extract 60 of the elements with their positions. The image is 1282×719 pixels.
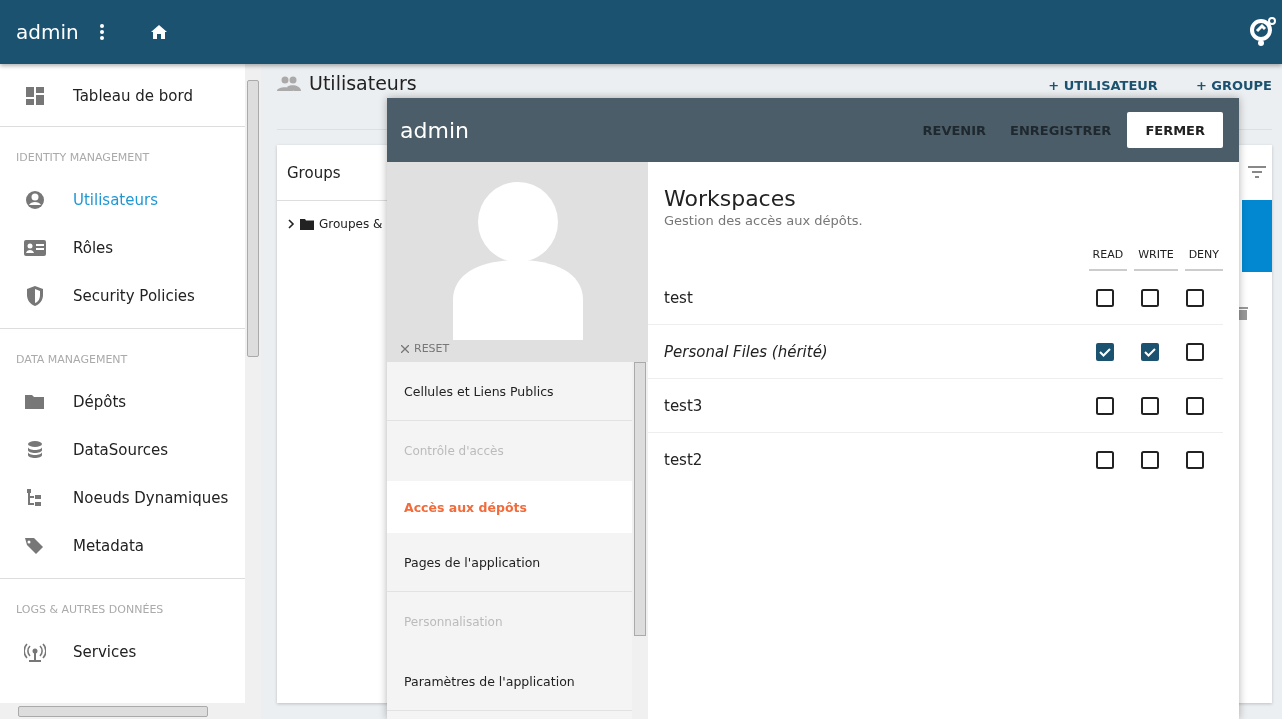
checkbox[interactable]	[1096, 450, 1114, 469]
sidebar-item[interactable]: Noeuds Dynamiques	[0, 474, 245, 522]
section-title: Workspaces	[663, 185, 797, 211]
id-card-icon	[24, 238, 46, 258]
checkbox[interactable]	[1186, 396, 1204, 415]
folder-icon	[300, 218, 314, 230]
antenna-icon	[24, 642, 46, 662]
folder-icon	[24, 392, 46, 412]
column-header: DENY	[1184, 248, 1223, 271]
sidebar-item[interactable]: Dépôts	[0, 378, 245, 426]
checkbox[interactable]	[1096, 396, 1114, 415]
filter-icon[interactable]	[1248, 166, 1266, 178]
section-subtitle: Gestion des accès aux dépôts.	[663, 212, 864, 228]
shield-icon	[24, 286, 46, 306]
checkbox[interactable]	[1141, 450, 1159, 469]
sidebar-item[interactable]: Security Policies	[0, 272, 245, 320]
home-icon[interactable]	[150, 25, 167, 39]
checkbox[interactable]	[1186, 288, 1204, 307]
sidebar-item[interactable]: Metadata	[0, 522, 245, 570]
tree-item[interactable]: Groupes &	[277, 201, 387, 231]
workspace-name: test2	[664, 450, 704, 469]
menu-heading: Contrôle d'accès	[403, 443, 505, 460]
logo-icon	[1250, 17, 1276, 47]
more-menu-icon[interactable]	[98, 23, 105, 41]
checkbox[interactable]	[1096, 342, 1114, 361]
checkbox[interactable]	[1141, 288, 1159, 307]
page-title: Utilisateurs	[309, 72, 417, 94]
tag-icon	[24, 536, 46, 556]
chevron-icon[interactable]	[287, 219, 295, 229]
section-heading: DATA MANAGEMENT	[15, 352, 129, 368]
add-button[interactable]: + UTILISATEUR	[1048, 78, 1158, 93]
dashboard-icon	[24, 86, 46, 106]
editor-title: admin	[400, 117, 469, 143]
close-button[interactable]: FERMER	[1127, 112, 1223, 148]
add-button[interactable]: + GROUPE	[1195, 78, 1272, 93]
sidebar-item[interactable]: Services	[0, 628, 245, 676]
app-title: admin	[16, 20, 79, 44]
people-icon	[277, 76, 301, 92]
checkbox[interactable]	[1186, 450, 1204, 469]
vertical-scrollbar[interactable]	[632, 362, 648, 719]
vertical-scrollbar[interactable]	[245, 64, 261, 719]
sidebar-item[interactable]: Rôles	[0, 224, 245, 272]
workspace-name: test	[664, 288, 694, 307]
checkbox[interactable]	[1141, 342, 1159, 361]
workspace-name: Personal Files (hérité)	[664, 342, 829, 361]
workspace-name: test3	[664, 396, 704, 415]
close-icon	[401, 344, 409, 353]
sidebar-item[interactable]: DataSources	[0, 426, 245, 474]
section-heading: IDENTITY MANAGEMENT	[15, 150, 151, 166]
column-header: READ	[1088, 248, 1128, 271]
trash-icon[interactable]	[1238, 306, 1248, 320]
checkbox[interactable]	[1096, 288, 1114, 307]
menu-heading: Personnalisation	[403, 614, 504, 631]
sidebar-item[interactable]: Tableau de bord	[0, 72, 245, 120]
horizontal-scrollbar[interactable]	[0, 703, 245, 719]
section-heading: LOGS & AUTRES DONNÉES	[15, 602, 165, 618]
column-header: WRITE	[1134, 248, 1178, 271]
account-circle-icon	[24, 190, 46, 210]
checkbox[interactable]	[1141, 396, 1159, 415]
checkbox[interactable]	[1186, 342, 1204, 361]
